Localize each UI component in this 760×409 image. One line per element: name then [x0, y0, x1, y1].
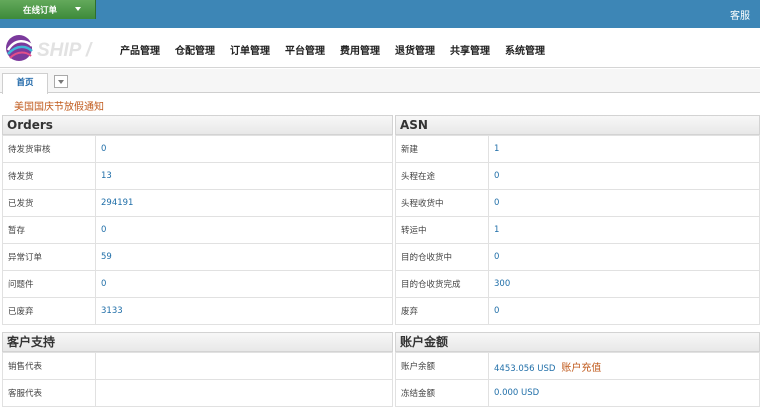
row-label: 问题件 — [2, 270, 96, 298]
row-label: 新建 — [395, 135, 489, 163]
row-value-link[interactable]: 3133 — [95, 297, 393, 325]
tab-home[interactable]: 首页 — [2, 73, 48, 94]
logo-text: SHIP / — [37, 40, 93, 61]
row-label: 头程在途 — [395, 162, 489, 190]
table-row: 冻结金额 0.000 USD — [395, 379, 760, 407]
row-value-link[interactable]: 59 — [95, 243, 393, 271]
orders-panel: Orders 待发货审核 0 待发货 13 已发货 294191 暂存 0 异常订单 59… — [2, 115, 393, 325]
table-row: 客服代表 — [2, 379, 393, 407]
nav-order[interactable]: 订单管理 — [230, 42, 270, 57]
top-bar: 在线订单 客服 — [0, 0, 760, 28]
account-panel: 账户金额 账户余额 4453.056 USD 账户充值 冻结金额 0.000 US… — [395, 332, 760, 407]
row-label: 客服代表 — [2, 379, 96, 407]
tab-dropdown-button[interactable] — [54, 75, 68, 88]
row-label: 已废弃 — [2, 297, 96, 325]
row-value — [95, 352, 393, 380]
support-panel: 客户支持 销售代表 客服代表 — [2, 332, 393, 407]
balance-cell: 4453.056 USD 账户充值 — [488, 352, 760, 380]
asn-table: 新建 1 头程在途 0 头程收货中 0 转运中 1 目的仓收货中 0 目的仓收货完成 300… — [395, 135, 760, 325]
table-row: 头程收货中 0 — [395, 189, 760, 217]
account-table: 账户余额 4453.056 USD 账户充值 冻结金额 0.000 USD — [395, 352, 760, 407]
row-value-link[interactable]: 294191 — [95, 189, 393, 217]
row-value-link[interactable]: 1 — [488, 135, 760, 163]
nav-system[interactable]: 系统管理 — [505, 42, 545, 57]
table-row: 目的仓收货完成 300 — [395, 270, 760, 298]
table-row: 新建 1 — [395, 135, 760, 163]
holiday-notice-link[interactable]: 美国国庆节放假通知 — [14, 98, 104, 113]
table-row: 废弃 0 — [395, 297, 760, 325]
row-label: 已发货 — [2, 189, 96, 217]
asn-panel: ASN 新建 1 头程在途 0 头程收货中 0 转运中 1 目的仓收货中 0 目的仓收货完… — [395, 115, 760, 325]
recharge-link[interactable]: 账户充值 — [561, 363, 601, 374]
nav-menu: 产品管理 仓配管理 订单管理 平台管理 费用管理 退货管理 共享管理 系统管理 — [120, 42, 560, 57]
table-row: 已发货 294191 — [2, 189, 393, 217]
row-value — [95, 379, 393, 407]
row-value-link[interactable]: 300 — [488, 270, 760, 298]
table-row: 待发货审核 0 — [2, 135, 393, 163]
row-label: 暂存 — [2, 216, 96, 244]
row-label: 废弃 — [395, 297, 489, 325]
nav-product[interactable]: 产品管理 — [120, 42, 160, 57]
balance-value: 4453.056 USD — [494, 363, 556, 374]
online-order-button[interactable]: 在线订单 — [0, 0, 96, 19]
orders-table: 待发货审核 0 待发货 13 已发货 294191 暂存 0 异常订单 59 问题件 0 已… — [2, 135, 393, 325]
table-row: 头程在途 0 — [395, 162, 760, 190]
orders-title: Orders — [2, 115, 393, 135]
row-value-link[interactable]: 0 — [488, 297, 760, 325]
nav-share[interactable]: 共享管理 — [450, 42, 490, 57]
frozen-label: 冻结金额 — [395, 379, 489, 407]
row-label: 待发货审核 — [2, 135, 96, 163]
row-label: 异常订单 — [2, 243, 96, 271]
table-row: 转运中 1 — [395, 216, 760, 244]
nav-platform[interactable]: 平台管理 — [285, 42, 325, 57]
table-row: 异常订单 59 — [2, 243, 393, 271]
table-row: 已废弃 3133 — [2, 297, 393, 325]
table-row: 问题件 0 — [2, 270, 393, 298]
account-title: 账户金额 — [395, 332, 760, 352]
nav-fee[interactable]: 费用管理 — [340, 42, 380, 57]
tab-bar: 首页 — [0, 69, 760, 94]
row-label: 目的仓收货中 — [395, 243, 489, 271]
row-value-link[interactable]: 1 — [488, 216, 760, 244]
balance-label: 账户余额 — [395, 352, 489, 380]
online-order-label: 在线订单 — [23, 6, 58, 16]
row-value-link[interactable]: 0 — [95, 216, 393, 244]
chevron-down-icon — [75, 7, 81, 11]
customer-service-link[interactable]: 客服 — [730, 7, 750, 22]
row-label: 转运中 — [395, 216, 489, 244]
table-row: 销售代表 — [2, 352, 393, 380]
row-value-link[interactable]: 0 — [488, 189, 760, 217]
table-row: 账户余额 4453.056 USD 账户充值 — [395, 352, 760, 380]
row-value-link[interactable]: 0 — [95, 135, 393, 163]
row-value-link[interactable]: 13 — [95, 162, 393, 190]
nav-warehouse[interactable]: 仓配管理 — [175, 42, 215, 57]
asn-title: ASN — [395, 115, 760, 135]
frozen-value: 0.000 USD — [488, 379, 760, 407]
support-table: 销售代表 客服代表 — [2, 352, 393, 407]
row-value-link[interactable]: 0 — [488, 162, 760, 190]
row-label: 目的仓收货完成 — [395, 270, 489, 298]
table-row: 目的仓收货中 0 — [395, 243, 760, 271]
support-title: 客户支持 — [2, 332, 393, 352]
main-nav-bar: SHIP / 产品管理 仓配管理 订单管理 平台管理 费用管理 退货管理 共享管… — [0, 28, 760, 68]
row-label: 待发货 — [2, 162, 96, 190]
table-row: 待发货 13 — [2, 162, 393, 190]
chevron-down-icon — [58, 80, 64, 84]
row-label: 头程收货中 — [395, 189, 489, 217]
nav-return[interactable]: 退货管理 — [395, 42, 435, 57]
table-row: 暂存 0 — [2, 216, 393, 244]
row-value-link[interactable]: 0 — [488, 243, 760, 271]
ship-logo: SHIP / — [6, 35, 93, 61]
row-value-link[interactable]: 0 — [95, 270, 393, 298]
row-label: 销售代表 — [2, 352, 96, 380]
